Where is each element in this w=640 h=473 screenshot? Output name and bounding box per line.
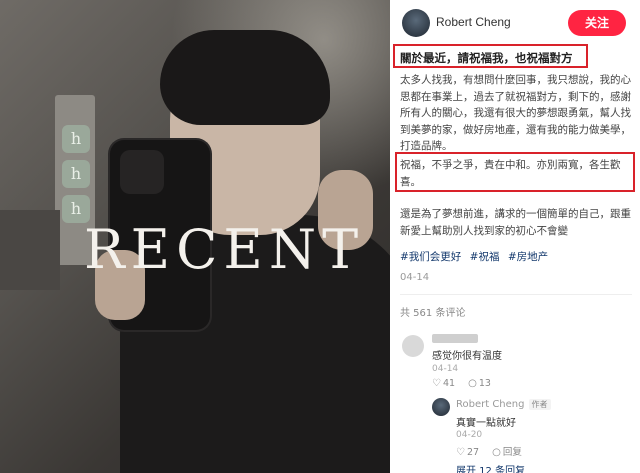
reply-button[interactable]: ○ 13 xyxy=(468,378,491,389)
post-paragraph-1: 太多人找我，有想問什麼回事，我只想說，我的心思都在事業上，過去了就祝福對方，剩下… xyxy=(400,74,631,152)
comment-text: 感觉你很有温度 xyxy=(432,351,502,362)
tag-link[interactable]: #房地产 xyxy=(508,251,548,263)
comment-actions: ♡ 41 ○ 13 xyxy=(432,378,501,389)
commenter-name-blurred[interactable] xyxy=(432,333,478,344)
wall-sign-h-1: h xyxy=(62,125,90,153)
author-badge: 作者 xyxy=(528,399,551,410)
post-date: 04-14 xyxy=(400,272,430,283)
person-hair xyxy=(160,30,330,125)
comment-icon: ○ xyxy=(492,447,501,458)
like-count: 41 xyxy=(442,378,456,389)
reply-author[interactable]: Robert Cheng 作者 xyxy=(456,399,551,410)
like-count: 27 xyxy=(466,447,480,458)
post-paragraph-3: 還是為了夢想前進，講求的一個簡單的自己，跟重新愛上幫助別人找到家的初心不會變 xyxy=(400,208,631,237)
author-avatar[interactable] xyxy=(402,9,430,37)
comment-date: 04-14 xyxy=(432,364,459,374)
reply-count: 13 xyxy=(478,378,491,389)
post-header: Robert Cheng 关注 xyxy=(390,0,640,44)
post-detail-panel: Robert Cheng 关注 關於最近，請祝福我，也祝福對方 太多人找我，有想… xyxy=(390,0,640,473)
author-name[interactable]: Robert Cheng xyxy=(436,15,511,29)
post-tags: #我们会更好 #祝福 #房地产 xyxy=(400,249,553,264)
comment-count: 共 561 条评论 xyxy=(400,308,466,319)
post-title: 關於最近，請祝福我，也祝福對方 xyxy=(393,44,588,68)
divider xyxy=(400,294,632,295)
commenter-avatar[interactable] xyxy=(402,335,424,357)
reply-actions: ♡ 27 ○ 回复 xyxy=(456,444,532,458)
phone-camera xyxy=(120,150,164,194)
reply-author-name: Robert Cheng xyxy=(456,399,525,410)
tag-link[interactable]: #祝福 xyxy=(470,251,500,263)
wall-sign-h-2: h xyxy=(62,160,90,188)
heart-icon: ♡ xyxy=(432,378,441,389)
reply-text: 真實一點就好 xyxy=(456,418,516,429)
reply-author-avatar[interactable] xyxy=(432,398,450,416)
comment-icon: ○ xyxy=(468,378,477,389)
follow-button[interactable]: 关注 xyxy=(568,10,626,36)
like-button[interactable]: ♡ 27 xyxy=(456,447,479,458)
photo-overlay-text: RECENT xyxy=(84,218,365,281)
reply-date: 04-20 xyxy=(456,430,483,440)
expand-replies-link[interactable]: 展开 12 条回复 xyxy=(456,462,525,473)
background-shelf xyxy=(0,210,60,290)
heart-icon: ♡ xyxy=(456,447,465,458)
post-paragraph-2: 祝福，不爭之爭，貴在中和。亦別兩寬，各生歡喜。 xyxy=(400,159,621,188)
reply-button[interactable]: ○ 回复 xyxy=(492,447,522,458)
post-image[interactable]: h h h RECENT xyxy=(0,0,390,473)
reply-label: 回复 xyxy=(502,447,522,458)
like-button[interactable]: ♡ 41 xyxy=(432,378,455,389)
tag-link[interactable]: #我们会更好 xyxy=(400,251,461,263)
